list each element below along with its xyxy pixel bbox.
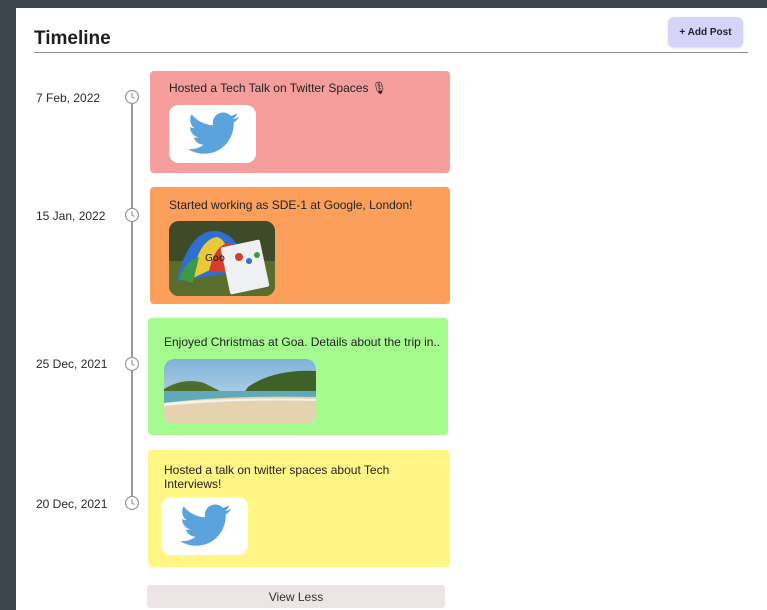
google-photo: Goo (169, 221, 275, 296)
header-divider (34, 52, 748, 53)
post-card[interactable]: Started working as SDE-1 at Google, Lond… (150, 187, 450, 304)
post-image (164, 359, 316, 424)
clock-icon (124, 495, 140, 511)
post-text: Hosted a Tech Talk on Twitter Spaces 🎙 (169, 81, 388, 95)
beach-photo (164, 359, 316, 424)
post-date: 25 Dec, 2021 (36, 357, 108, 371)
view-less-button[interactable]: View Less (147, 585, 445, 608)
clock-icon (124, 356, 140, 372)
post-date: 7 Feb, 2022 (36, 91, 101, 105)
post-date: 15 Jan, 2022 (36, 209, 106, 223)
post-text: Enjoyed Christmas at Goa. Details about … (164, 335, 441, 349)
page-title: Timeline (34, 28, 111, 49)
post-image (169, 105, 256, 163)
post-card[interactable]: Hosted a talk on twitter spaces about Te… (148, 450, 450, 567)
svg-text:Goo: Goo (205, 253, 225, 264)
post-text: Started working as SDE-1 at Google, Lond… (169, 198, 413, 212)
post-text: Hosted a talk on twitter spaces about Te… (164, 463, 390, 491)
twitter-bird-icon (169, 105, 256, 163)
timeline-line (131, 96, 133, 503)
post-image: Goo (169, 221, 275, 296)
clock-icon (124, 207, 140, 223)
post-date: 20 Dec, 2021 (36, 497, 108, 511)
clock-icon (124, 89, 140, 105)
add-post-button[interactable]: + Add Post (668, 17, 743, 47)
timeline-panel: Timeline + Add Post 7 Feb, 2022 Hosted a… (16, 8, 767, 610)
post-image (161, 497, 248, 555)
post-card[interactable]: Enjoyed Christmas at Goa. Details about … (148, 318, 448, 435)
twitter-bird-icon (161, 497, 248, 555)
post-card[interactable]: Hosted a Tech Talk on Twitter Spaces 🎙 (150, 71, 450, 173)
